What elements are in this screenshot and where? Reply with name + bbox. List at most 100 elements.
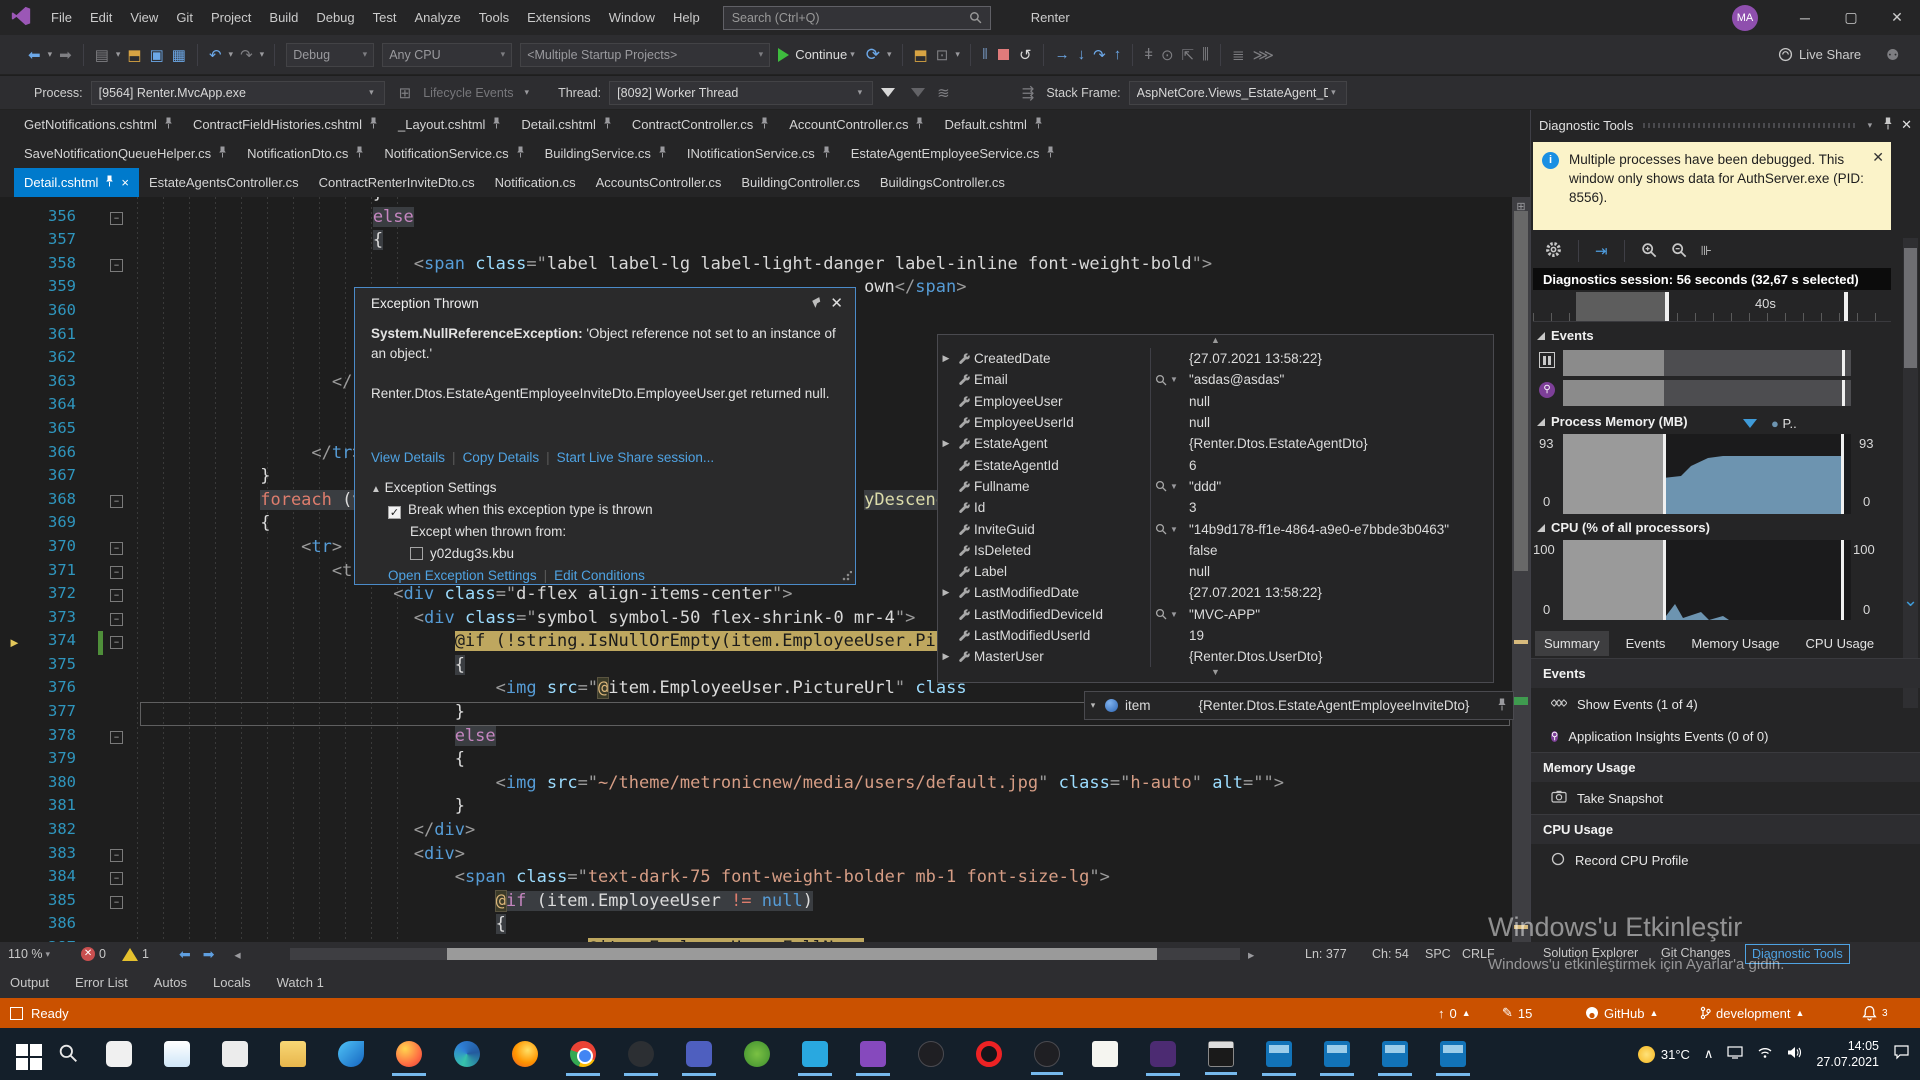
exception-settings-header[interactable]: ▲ Exception Settings — [371, 478, 839, 500]
fold-marker-icon[interactable]: − — [110, 495, 123, 508]
taskbar-terminal-icon[interactable] — [1150, 1041, 1176, 1067]
undo-icon[interactable]: ↶ — [205, 46, 226, 64]
code-line-381[interactable]: 381} — [0, 796, 1530, 820]
tab-AccountController.cs[interactable]: AccountController.cs — [779, 110, 934, 139]
tab-NotificationService.cs[interactable]: NotificationService.cs — [374, 139, 534, 168]
fold-marker-icon[interactable]: − — [110, 896, 123, 909]
taskbar-console-icon[interactable] — [1208, 1041, 1234, 1067]
events-track-1[interactable] — [1563, 350, 1851, 376]
taskbar-sourcetree-icon[interactable] — [744, 1041, 770, 1067]
configuration-dropdown[interactable]: Debug▾ — [286, 43, 374, 67]
taskbar-chrome-icon[interactable] — [570, 1041, 596, 1067]
column-indicator[interactable]: Ch: 54 — [1372, 947, 1409, 961]
selection-handle-left[interactable] — [1665, 292, 1669, 321]
fold-marker-icon[interactable]: − — [110, 731, 123, 744]
link-copy-details[interactable]: Copy Details — [463, 450, 540, 465]
user-avatar[interactable]: MA — [1732, 5, 1758, 31]
datatip-row-Fullname[interactable]: Fullname▼"ddd" — [938, 476, 1493, 497]
taskbar-visual-studio-icon[interactable] — [860, 1041, 886, 1067]
zoom-level-dropdown[interactable]: 110 % — [8, 947, 43, 961]
pin-icon[interactable] — [1497, 698, 1507, 714]
code-line-357[interactable]: 357{ — [0, 230, 1530, 254]
datatip-row-Id[interactable]: Id3 — [938, 497, 1493, 518]
zoom-out-icon[interactable] — [1671, 242, 1687, 261]
browse-with-icon[interactable]: ⬒ — [910, 46, 932, 64]
link-open-exception-settings[interactable]: Open Exception Settings — [388, 568, 537, 583]
code-line-385[interactable]: 385−@if (item.EmployeeUser != null) — [0, 891, 1530, 915]
menu-project[interactable]: Project — [202, 10, 260, 25]
diag-tab-memory-usage[interactable]: Memory Usage — [1682, 631, 1788, 656]
open-folder-icon[interactable]: ⬒ — [123, 46, 145, 64]
step-out-icon[interactable]: ↑ — [1110, 46, 1126, 63]
close-icon[interactable]: ✕ — [830, 294, 843, 312]
reset-view-icon[interactable]: ⊪ — [1701, 243, 1712, 259]
nav-forward-icon[interactable]: ➡ — [197, 946, 221, 963]
code-line-355[interactable]: 355} — [0, 197, 1530, 207]
taskbar-firefox-icon[interactable] — [512, 1041, 538, 1067]
fold-marker-icon[interactable]: − — [110, 212, 123, 225]
restart-icon[interactable]: ⟳ — [862, 45, 884, 65]
indent-icon[interactable]: ⋙ — [1249, 46, 1278, 64]
live-share-button[interactable]: Live Share — [1778, 47, 1861, 62]
fold-marker-icon[interactable]: − — [110, 636, 123, 649]
datatip-row-LastModifiedDate[interactable]: ▶LastModifiedDate{27.07.2021 13:58:22} — [938, 582, 1493, 603]
fold-marker-icon[interactable]: − — [110, 849, 123, 862]
taskbar-notes-icon[interactable] — [1092, 1041, 1118, 1067]
datatip-root-row[interactable]: ▾ item {Renter.Dtos.EstateAgentEmployeeI… — [1084, 691, 1514, 720]
action-center-icon[interactable] — [1893, 1045, 1910, 1063]
tab-EstateAgentsController.cs[interactable]: EstateAgentsController.cs — [139, 168, 309, 197]
display-icon[interactable] — [1727, 1046, 1743, 1062]
tab-Notification.cs[interactable]: Notification.cs — [485, 168, 586, 197]
tab-BuildingsController.cs[interactable]: BuildingsController.cs — [870, 168, 1015, 197]
panel-tab-autos[interactable]: Autos — [154, 975, 187, 990]
tab-ContractController.cs[interactable]: ContractController.cs — [622, 110, 779, 139]
expander-icon[interactable]: ▶ — [938, 587, 954, 598]
fold-marker-icon[interactable]: − — [110, 589, 123, 602]
panel-scrollbar[interactable] — [1903, 238, 1918, 708]
panel-tab-locals[interactable]: Locals — [213, 975, 251, 990]
tab-AccountsController.cs[interactable]: AccountsController.cs — [586, 168, 732, 197]
code-line-384[interactable]: 384−<span class="text-dark-75 font-weigh… — [0, 867, 1530, 891]
break-on-exception-checkbox[interactable]: ✓Break when this exception type is throw… — [388, 500, 839, 520]
stack-frame-dropdown[interactable]: AspNetCore.Views_EstateAgent_Detail.Exe▾ — [1129, 81, 1347, 105]
datatip-row-EmployeeUserId[interactable]: EmployeeUserIdnull — [938, 412, 1493, 433]
platform-dropdown[interactable]: Any CPU▾ — [382, 43, 512, 67]
taskbar-rdp-2-icon[interactable] — [1324, 1041, 1350, 1067]
new-project-icon[interactable]: ▤ — [91, 46, 113, 64]
memory-chart[interactable] — [1563, 434, 1851, 514]
taskbar-store-icon[interactable] — [106, 1041, 132, 1067]
close-icon[interactable]: × — [121, 175, 129, 190]
string-visualizer-icon[interactable] — [1155, 523, 1167, 535]
taskbar-rdp-1-icon[interactable] — [1266, 1041, 1292, 1067]
breakpoints-window-icon[interactable]: ⊙ — [1157, 46, 1178, 64]
volume-icon[interactable] — [1787, 1046, 1802, 1062]
navigate-back-icon[interactable]: ⬅ — [24, 46, 45, 64]
startup-project-dropdown[interactable]: <Multiple Startup Projects>▾ — [520, 43, 770, 67]
taskbar-flame-icon[interactable] — [396, 1041, 422, 1067]
string-visualizer-icon[interactable] — [1155, 608, 1167, 620]
code-line-358[interactable]: 358−<span class="label label-lg label-li… — [0, 254, 1530, 278]
datatip-row-LastModifiedUserId[interactable]: LastModifiedUserId19 — [938, 625, 1493, 646]
step-over-icon[interactable]: ↷ — [1089, 46, 1110, 64]
save-all-icon[interactable]: ▦ — [168, 46, 190, 64]
step-into-icon[interactable]: ↓ — [1074, 46, 1090, 63]
datatip-row-EstateAgent[interactable]: ▶EstateAgent{Renter.Dtos.EstateAgentDto} — [938, 433, 1493, 454]
app-insights-icon[interactable]: ⊡ — [932, 46, 953, 64]
summary-item-take-snapshot[interactable]: Take Snapshot — [1531, 782, 1920, 814]
scroll-down-icon[interactable]: ⌄ — [1903, 590, 1918, 611]
suspend-threads-icon[interactable]: ≋ — [933, 84, 954, 102]
fold-marker-icon[interactable]: − — [110, 259, 123, 272]
space-mode-indicator[interactable]: SPC — [1425, 947, 1451, 961]
menu-build[interactable]: Build — [260, 10, 307, 25]
datatip-row-Email[interactable]: Email▼"asdas@asdas" — [938, 369, 1493, 390]
diag-tab-events[interactable]: Events — [1617, 631, 1675, 656]
close-icon[interactable]: ✕ — [1872, 148, 1884, 167]
editor-vertical-scrollbar[interactable] — [1512, 197, 1530, 942]
tab-_Layout.cshtml[interactable]: _Layout.cshtml — [388, 110, 511, 139]
branch-picker-button[interactable]: development ▲ — [1700, 1006, 1804, 1021]
continue-button[interactable]: Continue▾ — [778, 47, 858, 62]
scroll-right-icon[interactable]: ▸ — [1248, 947, 1254, 962]
datatip-row-EstateAgentId[interactable]: EstateAgentId6 — [938, 454, 1493, 475]
datatip-row-IsDeleted[interactable]: IsDeletedfalse — [938, 540, 1493, 561]
outline-icon[interactable]: ⫼ — [1198, 46, 1213, 63]
